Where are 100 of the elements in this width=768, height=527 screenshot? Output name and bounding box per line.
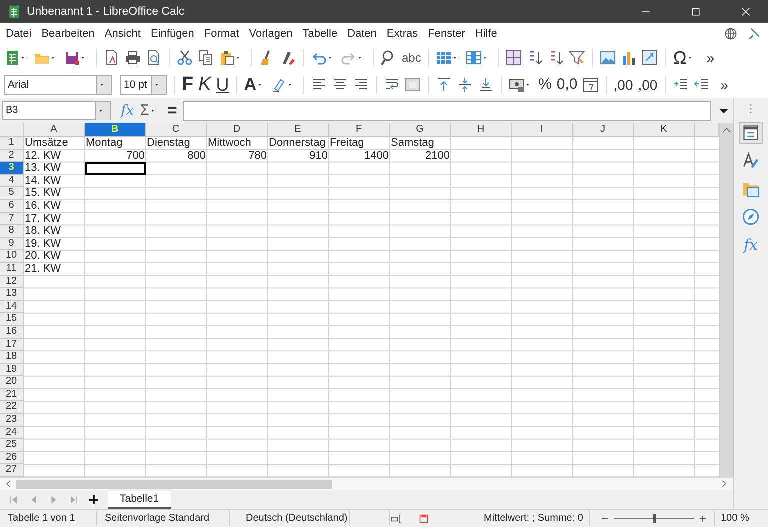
column-header[interactable]: E bbox=[268, 123, 329, 137]
row-header[interactable]: 21 bbox=[0, 388, 24, 402]
row-header[interactable]: 27 bbox=[0, 464, 24, 477]
row-header[interactable]: 10 bbox=[0, 250, 24, 263]
row-header[interactable]: 13 bbox=[0, 288, 24, 301]
align-top-icon[interactable] bbox=[436, 76, 452, 92]
align-middle-icon[interactable] bbox=[456, 76, 473, 92]
horizontal-scrollbar[interactable] bbox=[16, 480, 332, 488]
bold-button[interactable]: F bbox=[182, 76, 194, 94]
banknote-icon[interactable] bbox=[508, 76, 525, 92]
merge-cells-icon[interactable] bbox=[404, 76, 421, 92]
spellcheck-button[interactable]: abc bbox=[402, 48, 422, 66]
sort-ascending-icon[interactable] bbox=[527, 50, 544, 66]
row-header[interactable]: 25 bbox=[0, 439, 24, 452]
row-header[interactable]: 19 bbox=[0, 364, 24, 376]
menu-item[interactable]: Format bbox=[204, 28, 240, 40]
calendar-icon[interactable] bbox=[582, 76, 599, 92]
row-header[interactable]: 1 bbox=[0, 137, 24, 150]
name-box[interactable]: B3 bbox=[2, 101, 111, 120]
plus-icon[interactable] bbox=[88, 494, 100, 506]
column-header[interactable]: K bbox=[634, 123, 695, 137]
formula-button[interactable]: = bbox=[167, 102, 178, 120]
row-header[interactable]: 12 bbox=[0, 276, 24, 288]
menu-item[interactable]: Hilfe bbox=[475, 28, 498, 40]
sort-icon[interactable] bbox=[506, 50, 522, 66]
sum-button[interactable]: Σ bbox=[140, 102, 150, 120]
highlighter-icon[interactable] bbox=[270, 76, 287, 92]
menu-item[interactable]: Daten bbox=[348, 28, 377, 40]
menu-item[interactable]: Tabelle bbox=[302, 28, 338, 40]
menu-item[interactable]: Bearbeiten bbox=[42, 28, 95, 40]
row-header[interactable]: 9 bbox=[0, 238, 24, 250]
column-header[interactable]: B bbox=[85, 123, 146, 137]
small-plus-icon[interactable] bbox=[698, 514, 708, 524]
column-header[interactable]: F bbox=[329, 123, 390, 137]
globe-icon[interactable] bbox=[724, 26, 738, 40]
active-cell[interactable] bbox=[85, 162, 146, 175]
clipboard-icon[interactable] bbox=[219, 50, 235, 66]
close-icon[interactable] bbox=[740, 6, 752, 18]
indent-increase-icon[interactable] bbox=[672, 76, 689, 92]
funnel-icon[interactable] bbox=[569, 50, 586, 66]
selection-mode-icon[interactable] bbox=[390, 512, 404, 524]
unsaved-document-icon[interactable] bbox=[418, 512, 430, 524]
font-name-box[interactable]: Arial bbox=[4, 74, 112, 94]
scissors-icon[interactable] bbox=[177, 50, 193, 66]
zoom-slider[interactable] bbox=[653, 514, 656, 523]
font-size-box[interactable]: 10 pt bbox=[120, 74, 167, 94]
more-button[interactable]: » bbox=[706, 48, 715, 66]
row-header[interactable]: 11 bbox=[0, 262, 24, 276]
properties-button[interactable] bbox=[739, 122, 763, 144]
align-right-icon[interactable] bbox=[352, 76, 369, 92]
column-header[interactable]: C bbox=[146, 123, 207, 137]
table-columns-icon[interactable] bbox=[466, 50, 482, 66]
column-header[interactable]: D bbox=[207, 123, 268, 137]
wrap-text-icon[interactable] bbox=[384, 76, 400, 92]
row-header[interactable]: 17 bbox=[0, 338, 24, 352]
column-header[interactable]: H bbox=[451, 123, 512, 137]
pdf-document-icon[interactable] bbox=[104, 50, 120, 66]
formula-input-field[interactable] bbox=[183, 100, 711, 120]
copy-icon[interactable] bbox=[198, 50, 214, 66]
menu-item[interactable]: Datei bbox=[6, 28, 32, 40]
column-header[interactable]: J bbox=[573, 123, 634, 137]
row-header[interactable]: 2 bbox=[0, 150, 24, 162]
row-header[interactable]: 3 bbox=[0, 162, 24, 175]
bar-chart-icon[interactable] bbox=[621, 50, 638, 66]
percent-button[interactable]: % bbox=[538, 76, 552, 94]
column-header[interactable]: G bbox=[390, 123, 451, 137]
row-header[interactable]: 4 bbox=[0, 174, 24, 188]
sort-descending-icon[interactable] bbox=[548, 50, 564, 66]
row-header[interactable]: 22 bbox=[0, 401, 24, 414]
row-header[interactable]: 8 bbox=[0, 225, 24, 238]
row-header[interactable]: 5 bbox=[0, 187, 24, 200]
underline-button[interactable]: U bbox=[216, 76, 230, 94]
special-character-button[interactable]: Ω bbox=[673, 48, 687, 66]
row-header[interactable]: 6 bbox=[0, 200, 24, 213]
save-icon[interactable] bbox=[64, 50, 80, 66]
row-header[interactable]: 7 bbox=[0, 212, 24, 226]
menu-item[interactable]: Ansicht bbox=[104, 28, 141, 40]
pivot-table-icon[interactable] bbox=[642, 50, 658, 66]
row-header[interactable]: 23 bbox=[0, 414, 24, 427]
align-left-icon[interactable] bbox=[310, 76, 327, 92]
indent-decrease-icon[interactable] bbox=[694, 76, 710, 92]
row-header[interactable]: 24 bbox=[0, 426, 24, 440]
column-header[interactable]: I bbox=[512, 123, 573, 137]
add-decimal-button[interactable]: ,00 bbox=[614, 76, 634, 94]
italic-button[interactable]: K bbox=[198, 76, 212, 94]
delete-decimal-button[interactable]: ,00 bbox=[638, 76, 658, 94]
row-header[interactable]: 16 bbox=[0, 326, 24, 338]
number-format-button[interactable]: 0,0 bbox=[556, 76, 578, 94]
table-rows-icon[interactable] bbox=[436, 50, 452, 66]
align-center-icon[interactable] bbox=[332, 76, 348, 92]
spreadsheet-icon[interactable] bbox=[4, 50, 20, 66]
menu-item[interactable]: Vorlagen bbox=[249, 28, 293, 40]
sheet-tab[interactable]: Tabelle1 bbox=[108, 490, 172, 508]
row-header[interactable]: 26 bbox=[0, 452, 24, 464]
maximize-icon[interactable] bbox=[690, 6, 702, 18]
menu-item[interactable]: Fenster bbox=[428, 28, 466, 40]
printer-icon[interactable] bbox=[125, 50, 141, 66]
menu-item[interactable]: Einfügen bbox=[150, 28, 194, 40]
column-header[interactable]: A bbox=[24, 123, 85, 137]
font-color-button[interactable]: A bbox=[244, 76, 257, 94]
